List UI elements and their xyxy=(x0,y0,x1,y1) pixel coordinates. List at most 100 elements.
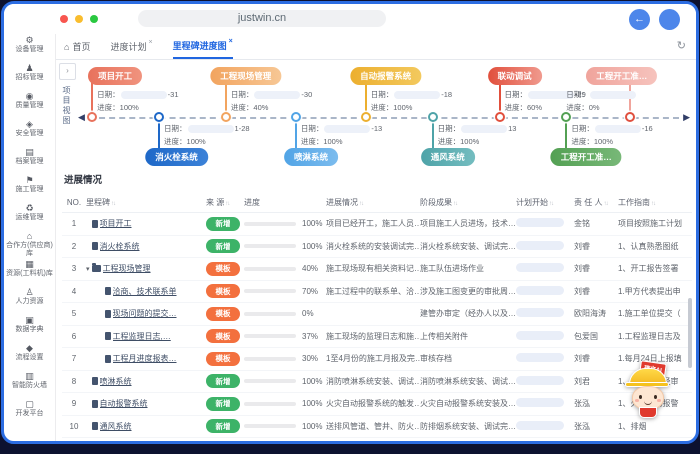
close-window-button[interactable] xyxy=(60,15,68,23)
milestone-badge[interactable]: 消火栓系统 xyxy=(145,148,208,166)
milestone-progress: 进度：100% xyxy=(164,136,206,147)
sidebar-item[interactable]: ▢ 开发平台 xyxy=(4,399,55,427)
status-cell: 1至4月份的施工月报及完… xyxy=(326,354,420,364)
milestone-node[interactable] xyxy=(561,112,572,122)
milestone-link[interactable]: 工程月进度报表… xyxy=(113,353,177,364)
milestone-cell: ▾ 洽商、技术联系单 xyxy=(86,286,206,297)
milestone-link[interactable]: 自动报警系统 xyxy=(100,398,148,409)
column-header[interactable]: 来 源↑↓ xyxy=(206,197,244,208)
sidebar-item-label: 人力资源 xyxy=(15,298,44,305)
sort-icon[interactable]: ↑↓ xyxy=(453,201,458,207)
minimize-window-button[interactable] xyxy=(75,15,83,23)
sidebar-item[interactable]: ▣ 数据字典 xyxy=(4,315,55,343)
zoom-window-button[interactable] xyxy=(90,15,98,23)
column-header[interactable]: 阶段成果↑↓ xyxy=(420,197,516,208)
url-bar[interactable]: justwin.cn xyxy=(138,10,386,27)
sidebar-item[interactable]: ▦ 资源(工料机)库 xyxy=(4,259,55,287)
column-header[interactable]: 工作指南↑↓ xyxy=(618,197,692,208)
expand-caret-icon[interactable]: ▾ xyxy=(86,265,90,273)
milestone-link[interactable]: 工程监理日志,… xyxy=(113,331,171,342)
milestone-node[interactable] xyxy=(625,112,636,122)
progress-value: 100% xyxy=(119,103,139,112)
sidebar-item[interactable]: ▤ 档案管理 xyxy=(4,147,55,175)
column-header[interactable]: NO. xyxy=(62,198,86,207)
sidebar-item[interactable]: ⚙ 设备管理 xyxy=(4,35,55,63)
sort-icon[interactable]: ↑↓ xyxy=(603,201,608,207)
milestone-link[interactable]: 通风系统 xyxy=(100,421,132,432)
table-row: 3 ▾ 工程现场管理 模板 40% 施工现场现有相关资料记… 施工队伍进场作业 … xyxy=(62,258,692,281)
sidebar-item[interactable]: ◉ 质量管理 xyxy=(4,91,55,119)
milestone-timeline: ◀ ▶ 项目开工 日期： -31 进度：100% 消火栓系统 日期： 1-28 … xyxy=(78,62,690,170)
sort-icon[interactable]: ↑↓ xyxy=(651,201,656,207)
progress-percent: 40% xyxy=(302,264,319,274)
sort-icon[interactable]: ↑↓ xyxy=(225,201,230,207)
milestone-progress: 进度：100% xyxy=(571,136,613,147)
column-header[interactable]: 进度 xyxy=(244,197,326,208)
milestone-node[interactable] xyxy=(87,112,98,122)
page-background: justwin.cn ← ⚙ 设备管理 ♟ 招标管理 ◉ 质量管理 ◈ 安全管理… xyxy=(0,0,700,454)
milestone-badge[interactable]: 联动调试 xyxy=(487,67,542,85)
milestone-node[interactable] xyxy=(427,112,438,122)
table-row: 8 ▾ 喷淋系统 新增 xyxy=(62,371,692,393)
milestone-node[interactable] xyxy=(290,112,301,122)
milestone-progress: 进度：40% xyxy=(231,102,269,113)
sidebar-item[interactable]: ♙ 人力资源 xyxy=(4,287,55,315)
milestone-node[interactable] xyxy=(154,112,165,122)
profile-button[interactable] xyxy=(659,9,680,30)
tab-item[interactable]: 里程碑进度图 × xyxy=(172,34,233,59)
milestone-link[interactable]: 项目开工 xyxy=(100,218,132,229)
sort-icon[interactable]: ↑↓ xyxy=(549,201,554,207)
tab-close-icon[interactable]: × xyxy=(229,38,233,45)
row-number: 2 xyxy=(71,241,77,251)
milestone-badge[interactable]: 工程现场管理 xyxy=(210,67,282,85)
column-header[interactable]: 计划开始↑↓ xyxy=(516,197,574,208)
progress-label: 进度： xyxy=(504,103,528,112)
column-header[interactable]: 里程碑↑↓ xyxy=(86,197,206,208)
guide-cell: 1、开工报告签署 xyxy=(618,264,679,274)
milestone-link[interactable]: 喷淋系统 xyxy=(100,376,132,387)
milestone-badge[interactable]: 项目开工 xyxy=(88,67,143,85)
sort-icon[interactable]: ↑↓ xyxy=(111,201,116,207)
vertical-scrollbar[interactable] xyxy=(688,298,692,368)
sidebar-item-icon: ◈ xyxy=(26,119,33,129)
sidebar-item[interactable]: ◈ 安全管理 xyxy=(4,119,55,147)
guide-cell: 1.甲方代表提出申 xyxy=(618,286,681,296)
milestone-link[interactable]: 现场问题的提交… xyxy=(113,308,177,319)
milestone-connector xyxy=(565,120,568,149)
sidebar-item[interactable]: ◆ 流程设置 xyxy=(4,343,55,371)
tab-close-icon[interactable]: × xyxy=(148,39,152,46)
refresh-icon[interactable]: ↻ xyxy=(677,39,686,52)
sidebar-item[interactable]: ▥ 智能防火墙 xyxy=(4,371,55,399)
owner-cell: 金铭 xyxy=(574,219,590,229)
milestone-badge[interactable]: 工程开工准… xyxy=(550,148,622,166)
milestone-badge[interactable]: 通风系统 xyxy=(420,148,475,166)
milestone-node[interactable] xyxy=(220,112,231,122)
milestone-badge[interactable]: 工程开工准… xyxy=(586,67,658,85)
milestone-node[interactable] xyxy=(360,112,371,122)
sort-icon[interactable]: ↑↓ xyxy=(359,201,364,207)
sidebar-item[interactable]: ⌂ 合作方(供应商)库 xyxy=(4,231,55,259)
tab-home[interactable]: ⌂ 首页 xyxy=(64,34,90,59)
column-header[interactable]: 责 任 人↑↓ xyxy=(574,197,618,208)
milestone-cell: ▾ 消火栓系统 xyxy=(86,241,206,252)
tab-item[interactable]: 进度计划 × xyxy=(110,34,152,59)
collapse-panel-button[interactable]: › xyxy=(59,63,76,80)
milestone-link[interactable]: 洽商、技术联系单 xyxy=(113,286,177,297)
sidebar-item[interactable]: ♟ 招标管理 xyxy=(4,63,55,91)
mascot-scarf xyxy=(639,407,657,418)
sidebar-item-label: 运维管理 xyxy=(15,214,44,221)
column-header[interactable]: 进展情况↑↓ xyxy=(326,197,420,208)
source-cell: 新增 xyxy=(206,396,244,411)
sidebar-item-label: 设备管理 xyxy=(15,46,44,53)
sidebar-item[interactable]: ♻ 运维管理 xyxy=(4,203,55,231)
milestone-badge[interactable]: 自动报警系统 xyxy=(350,67,422,85)
ai-mascot-button[interactable]: 建文AI xyxy=(624,360,670,422)
milestone-link[interactable]: 消火栓系统 xyxy=(100,241,140,252)
back-button[interactable]: ← xyxy=(629,9,650,30)
home-icon: ⌂ xyxy=(64,41,70,52)
milestone-link[interactable]: 工程现场管理 xyxy=(103,263,151,274)
sidebar-item[interactable]: ⚑ 施工管理 xyxy=(4,175,55,203)
project-view-label[interactable]: 项目视图 xyxy=(61,86,72,126)
milestone-node[interactable] xyxy=(494,112,505,122)
milestone-badge[interactable]: 喷淋系统 xyxy=(283,148,338,166)
